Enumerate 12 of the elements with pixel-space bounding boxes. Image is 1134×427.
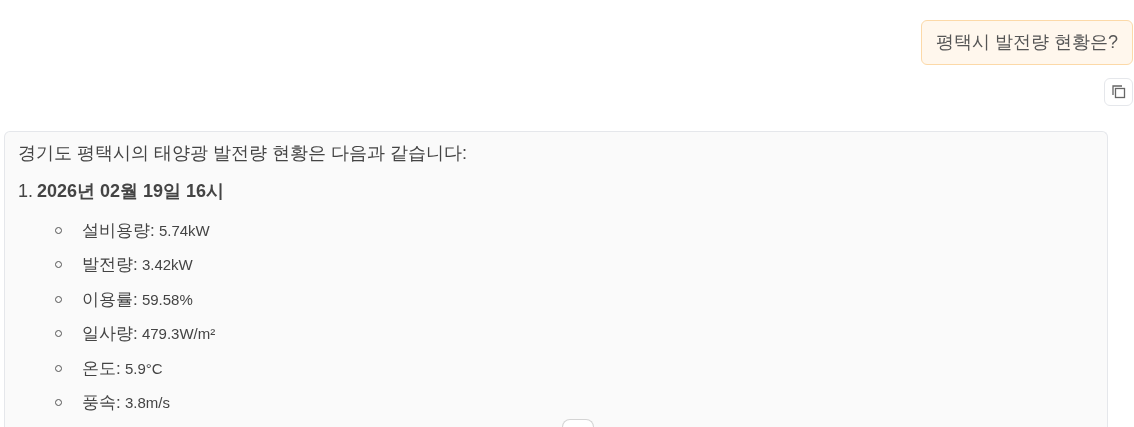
user-message: 평택시 발전량 현황은? [921,20,1133,65]
list-item: 이용률: 59.58% [82,288,193,311]
list-item: 온도: 5.9°C [82,357,163,380]
list-item: 풍속: 3.8m/s [82,392,170,414]
list-number: 1. [18,180,33,203]
copy-icon [1111,85,1126,99]
list-item: 일사량: 479.3W/m² [82,323,216,345]
list-item: 설비용량: 5.74kW [82,219,210,242]
copy-button[interactable] [1104,78,1133,106]
list-item: 발전량: 3.42kW [82,254,193,276]
section-heading: 2026년 02월 19일 16시 [37,180,225,203]
intro-text: 경기도 평택시의 태양광 발전량 현황은 다음과 같습니다: [18,142,468,165]
